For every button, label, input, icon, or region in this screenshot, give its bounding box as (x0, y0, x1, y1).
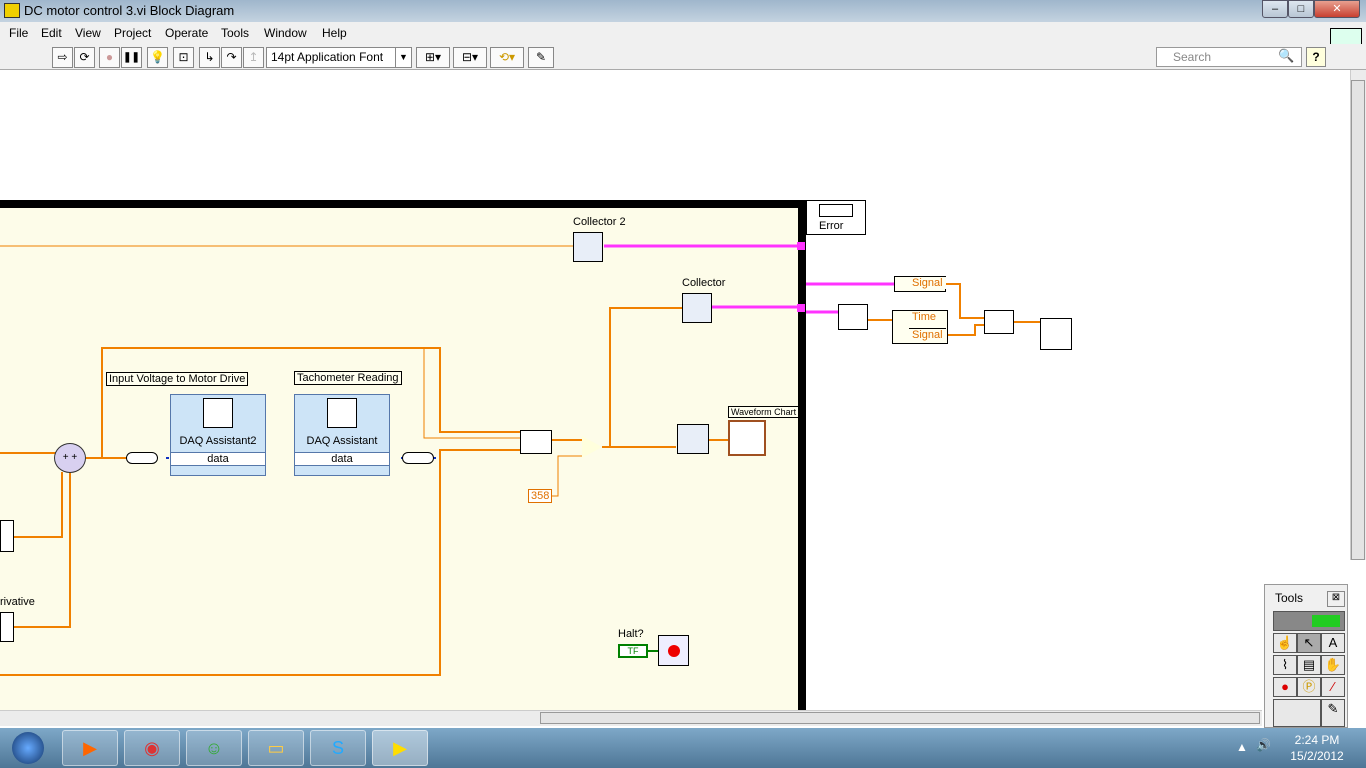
cluster-icon (819, 204, 853, 217)
halt-label: Halt? (618, 628, 644, 640)
daq2-name: DAQ Assistant (306, 435, 378, 447)
tunnel (797, 304, 805, 312)
close-icon[interactable]: ⊠ (1327, 591, 1345, 607)
numeric-constant[interactable]: 358 (528, 489, 553, 503)
derivative-label: rivative (0, 596, 35, 608)
taskbar-messenger[interactable]: ☺ (186, 730, 242, 766)
position-tool-icon[interactable]: ↖ (1297, 633, 1321, 653)
derivative-node[interactable] (0, 612, 14, 642)
scroll-tool-icon[interactable]: ✋ (1321, 655, 1345, 675)
daq-icon (203, 398, 233, 428)
pid-node[interactable] (0, 520, 14, 552)
daq1-label: Input Voltage to Motor Drive (106, 372, 249, 386)
wire (552, 455, 582, 497)
stop-icon (667, 645, 680, 657)
daq1-name: DAQ Assistant2 (179, 435, 257, 447)
build-waveform-node[interactable] (677, 424, 709, 454)
clock-time: 2:24 PM (1294, 733, 1340, 747)
index-array-node[interactable] (838, 304, 868, 330)
daq2-label: Tachometer Reading (294, 371, 402, 385)
system-clock[interactable]: 2:24 PM 15/2/2012 (1282, 732, 1352, 764)
taskbar-explorer[interactable]: ▭ (248, 730, 304, 766)
collector2-node[interactable] (573, 232, 603, 262)
compound-add-node[interactable]: + + (54, 443, 86, 473)
wire (14, 472, 63, 538)
wire (946, 324, 984, 336)
time-label: Time (909, 311, 940, 323)
start-button[interactable] (12, 732, 44, 764)
color-swatch[interactable] (1273, 699, 1321, 727)
signal-label: Signal (909, 277, 946, 289)
color-copy-tool-icon[interactable]: ⁄ (1321, 677, 1345, 697)
taskbar-skype[interactable]: S (310, 730, 366, 766)
boolean-constant[interactable]: TF (618, 644, 648, 658)
unbundle-node-1[interactable]: Signal (894, 276, 946, 292)
led-icon (1312, 615, 1340, 627)
taskbar: ▶ ◉ ☺ ▭ S ▶ ▲ 🔊 (0, 728, 1366, 768)
coloring-tool-icon[interactable]: ✎ (1321, 699, 1345, 727)
write-spreadsheet-file-node[interactable] (1040, 318, 1072, 350)
taskbar-labview[interactable]: ▶ (372, 730, 428, 766)
convert-from-dynamic-data[interactable] (126, 452, 158, 464)
taskbar-media-player[interactable]: ▶ (62, 730, 118, 766)
multiply-node[interactable] (582, 436, 602, 458)
waveform-chart-terminal[interactable] (728, 420, 766, 456)
error-cluster-node[interactable]: Error (806, 200, 866, 235)
unbundle-node-2[interactable]: Time Signal (892, 310, 948, 344)
error-label: Error (819, 220, 844, 232)
vertical-scroll-thumb[interactable] (1351, 80, 1365, 560)
tools-palette: Tools ⊠ ☝ ↖ A ⌇ ▤ ✋ ● Ⓟ ⁄ ✎ (1264, 584, 1348, 728)
daq-assistant2-node[interactable]: DAQ Assistant2 data (170, 394, 266, 476)
breakpoint-tool-icon[interactable]: ● (1273, 677, 1297, 697)
wire (609, 307, 682, 447)
wire (0, 449, 520, 676)
collector-node[interactable] (682, 293, 712, 323)
tunnel (797, 242, 805, 250)
collector2-label: Collector 2 (573, 216, 626, 228)
operate-tool-icon[interactable]: ☝ (1273, 633, 1297, 653)
automatic-tool-selection[interactable] (1273, 611, 1345, 631)
horizontal-scroll-thumb[interactable] (540, 712, 1260, 724)
probe-tool-icon[interactable]: Ⓟ (1297, 677, 1321, 697)
wiring-tool-icon[interactable]: ⌇ (1273, 655, 1297, 675)
taskbar-chrome[interactable]: ◉ (124, 730, 180, 766)
signal-label: Signal (909, 328, 946, 341)
build-array-node[interactable] (520, 430, 552, 454)
clock-date: 15/2/2012 (1290, 749, 1344, 763)
wire (946, 283, 984, 319)
build-array-node[interactable] (984, 310, 1014, 334)
daq-assistant-node[interactable]: DAQ Assistant data (294, 394, 390, 476)
convert-from-dynamic-data[interactable] (402, 452, 434, 464)
waveform-chart-label: Waveform Chart (728, 406, 800, 418)
tools-title: Tools (1275, 591, 1304, 605)
daq1-output[interactable]: data (171, 452, 265, 466)
text-tool-icon[interactable]: A (1321, 633, 1345, 653)
daq2-output[interactable]: data (295, 452, 389, 466)
wire (423, 348, 520, 439)
show-hidden-icons[interactable]: ▲ (1236, 740, 1248, 754)
stop-button-terminal[interactable] (658, 635, 689, 666)
volume-icon[interactable]: 🔊 (1256, 738, 1271, 752)
daq-icon (327, 398, 357, 428)
collector-label: Collector (682, 277, 726, 289)
shortcut-menu-tool-icon[interactable]: ▤ (1297, 655, 1321, 675)
